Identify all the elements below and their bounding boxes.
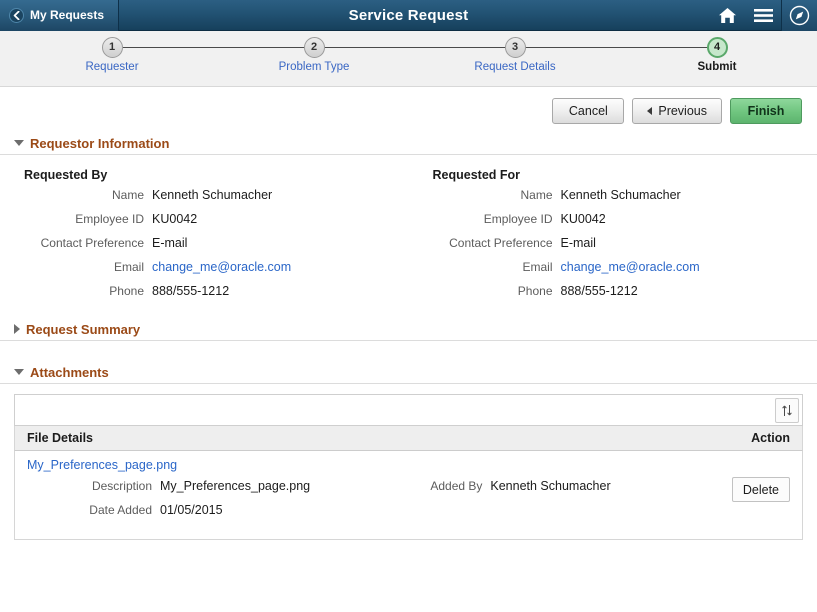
triangle-left-icon bbox=[647, 107, 652, 115]
requested-by-field-row: Emailchange_me@oracle.com bbox=[24, 260, 409, 274]
navigator-compass-icon[interactable] bbox=[781, 0, 817, 31]
section-title: Attachments bbox=[30, 365, 109, 380]
field-value: Kenneth Schumacher bbox=[490, 479, 610, 493]
field-label: Date Added bbox=[20, 503, 160, 517]
section-header-request-summary[interactable]: Request Summary bbox=[0, 320, 817, 341]
top-navigation-bar: My Requests Service Request bbox=[0, 0, 817, 31]
column-header-file-details: File Details bbox=[27, 431, 720, 445]
attachments-grid-toolbar bbox=[14, 394, 803, 426]
field-label: Name bbox=[24, 188, 152, 202]
field-label: Phone bbox=[24, 284, 152, 298]
field-value: Kenneth Schumacher bbox=[152, 188, 272, 202]
cancel-button[interactable]: Cancel bbox=[552, 98, 624, 124]
requested-by-heading: Requested By bbox=[24, 168, 409, 182]
attachment-detail-column: DescriptionMy_Preferences_page.pngDate A… bbox=[20, 479, 420, 527]
step-label: Problem Type bbox=[254, 61, 374, 73]
step-number: 4 bbox=[707, 37, 728, 58]
home-icon[interactable] bbox=[709, 0, 745, 31]
field-value[interactable]: change_me@oracle.com bbox=[152, 260, 291, 274]
field-label: Email bbox=[433, 260, 561, 274]
column-header-action: Action bbox=[720, 431, 790, 445]
field-label: Description bbox=[20, 479, 160, 493]
chevron-right-icon bbox=[14, 324, 20, 334]
step-label: Submit bbox=[657, 61, 777, 73]
field-value: My_Preferences_page.png bbox=[160, 479, 310, 493]
step-number: 3 bbox=[505, 37, 526, 58]
requested-for-field-row: Contact PreferenceE-mail bbox=[433, 236, 817, 250]
page-title: Service Request bbox=[0, 7, 817, 24]
description-field: DescriptionMy_Preferences_page.png bbox=[20, 479, 420, 493]
step-train: 1 Requester 2 Problem Type 3 Request Details 4… bbox=[0, 31, 817, 87]
requested-for-field-row: Phone888/555-1212 bbox=[433, 284, 817, 298]
step-item-requester[interactable]: 1 Requester bbox=[52, 37, 172, 73]
field-value: E-mail bbox=[152, 236, 187, 250]
step-item-submit[interactable]: 4 Submit bbox=[657, 37, 777, 73]
field-label: Employee ID bbox=[433, 212, 561, 226]
field-value: KU0042 bbox=[152, 212, 197, 226]
sort-updown-icon[interactable] bbox=[775, 398, 799, 423]
chevron-down-icon bbox=[14, 369, 24, 375]
field-label: Name bbox=[433, 188, 561, 202]
step-label: Request Details bbox=[455, 61, 575, 73]
requested-for-field-row: Emailchange_me@oracle.com bbox=[433, 260, 817, 274]
step-number: 1 bbox=[102, 37, 123, 58]
requested-by-column: Requested By NameKenneth SchumacherEmplo… bbox=[0, 168, 409, 308]
field-value[interactable]: change_me@oracle.com bbox=[561, 260, 700, 274]
requestor-information-body: Requested By NameKenneth SchumacherEmplo… bbox=[0, 155, 817, 316]
field-label: Contact Preference bbox=[433, 236, 561, 250]
attachment-file-link[interactable]: My_Preferences_page.png bbox=[20, 458, 790, 472]
attachments-body: File Details Action My_Preferences_page.… bbox=[0, 384, 817, 540]
requested-by-field-row: NameKenneth Schumacher bbox=[24, 188, 409, 202]
field-label: Phone bbox=[433, 284, 561, 298]
hamburger-menu-icon[interactable] bbox=[745, 0, 781, 31]
delete-attachment-button[interactable]: Delete bbox=[732, 477, 790, 502]
field-value: E-mail bbox=[561, 236, 596, 250]
requested-for-heading: Requested For bbox=[433, 168, 817, 182]
field-label: Employee ID bbox=[24, 212, 152, 226]
finish-button[interactable]: Finish bbox=[730, 98, 802, 124]
top-bar-icon-group bbox=[709, 0, 817, 31]
field-label: Contact Preference bbox=[24, 236, 152, 250]
step-connector-line bbox=[123, 47, 722, 48]
field-label: Email bbox=[24, 260, 152, 274]
previous-button-label: Previous bbox=[658, 104, 707, 118]
field-value: KU0042 bbox=[561, 212, 606, 226]
field-value: Kenneth Schumacher bbox=[561, 188, 681, 202]
field-label: Added By bbox=[420, 479, 490, 493]
step-item-request-details[interactable]: 3 Request Details bbox=[455, 37, 575, 73]
step-number: 2 bbox=[304, 37, 325, 58]
back-to-my-requests-button[interactable]: My Requests bbox=[0, 0, 119, 31]
step-label: Requester bbox=[52, 61, 172, 73]
previous-button[interactable]: Previous bbox=[632, 98, 722, 124]
back-button-label: My Requests bbox=[30, 8, 104, 22]
requested-for-field-row: Employee IDKU0042 bbox=[433, 212, 817, 226]
field-value: 01/05/2015 bbox=[160, 503, 223, 517]
field-value: 888/555-1212 bbox=[561, 284, 638, 298]
requested-for-column: Requested For NameKenneth SchumacherEmpl… bbox=[409, 168, 817, 308]
requested-by-field-row: Employee IDKU0042 bbox=[24, 212, 409, 226]
attachments-table-header: File Details Action bbox=[14, 426, 803, 451]
date-added-field: Date Added01/05/2015 bbox=[20, 503, 420, 517]
section-title: Request Summary bbox=[26, 322, 140, 337]
chevron-down-icon bbox=[14, 140, 24, 146]
requested-by-field-row: Phone888/555-1212 bbox=[24, 284, 409, 298]
field-value: 888/555-1212 bbox=[152, 284, 229, 298]
form-action-buttons: Cancel Previous Finish bbox=[0, 87, 817, 134]
requested-by-field-row: Contact PreferenceE-mail bbox=[24, 236, 409, 250]
section-header-attachments[interactable]: Attachments bbox=[0, 363, 817, 384]
section-title: Requestor Information bbox=[30, 136, 169, 151]
requested-for-field-row: NameKenneth Schumacher bbox=[433, 188, 817, 202]
chevron-left-icon bbox=[9, 8, 24, 23]
table-row: My_Preferences_page.pngDescriptionMy_Pre… bbox=[14, 451, 803, 540]
step-item-problem-type[interactable]: 2 Problem Type bbox=[254, 37, 374, 73]
section-header-requestor-information[interactable]: Requestor Information bbox=[0, 134, 817, 155]
